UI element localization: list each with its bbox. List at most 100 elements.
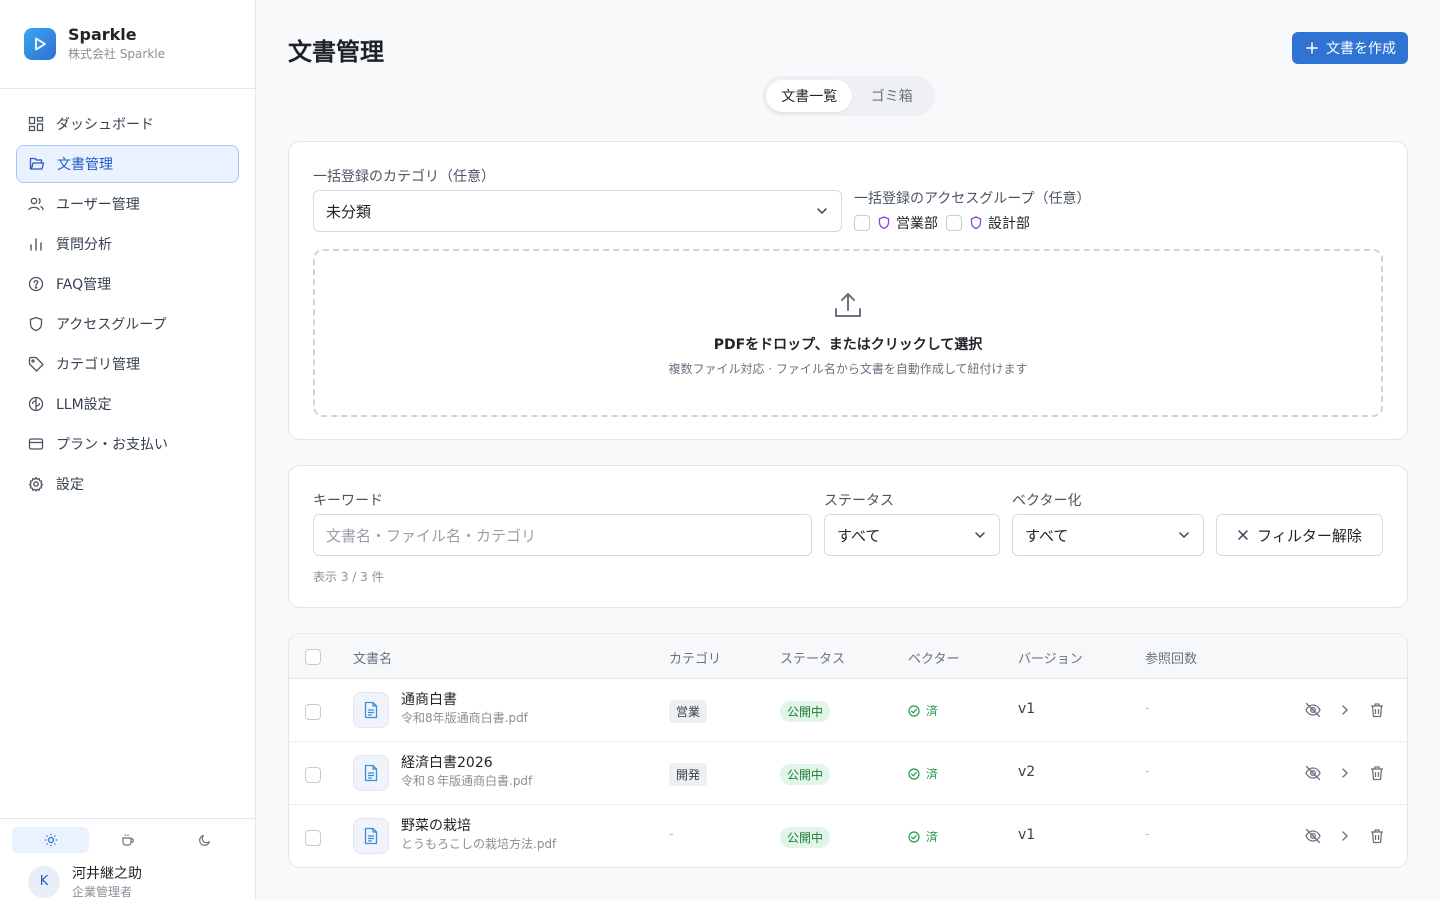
keyword-input[interactable]: 文書名・ファイル名・カテゴリ bbox=[313, 514, 812, 556]
vector-filter-value: すべて bbox=[1025, 526, 1069, 545]
document-file-name: 令和8年版通商白書.pdf bbox=[401, 711, 528, 725]
chevron-right-icon[interactable] bbox=[1336, 764, 1354, 782]
brand[interactable]: Sparkle 株式会社 Sparkle bbox=[0, 0, 255, 89]
theme-switch bbox=[0, 819, 255, 853]
vector-status: 済 bbox=[908, 828, 938, 845]
vector-status-label: 済 bbox=[926, 704, 939, 718]
document-name[interactable]: 通商白書 bbox=[401, 691, 528, 709]
table-row[interactable]: 野菜の栽培 とうもろこしの栽培方法.pdf - 公開中 済 v1 - bbox=[289, 805, 1407, 868]
dropzone-subtitle: 複数ファイル対応 · ファイル名から文書を自動作成して紐付けます bbox=[668, 361, 1028, 376]
vector-filter-label: ベクター化 bbox=[1012, 493, 1082, 509]
status-filter-value: すべて bbox=[837, 526, 881, 545]
sidebar-item-dashboard[interactable]: ダッシュボード bbox=[16, 105, 239, 143]
check-circle-icon bbox=[908, 767, 920, 780]
row-checkbox[interactable] bbox=[305, 767, 321, 783]
sidebar-item-label: ユーザー管理 bbox=[56, 197, 140, 213]
user-role: 企業管理者 bbox=[72, 885, 133, 899]
coffee-icon bbox=[121, 834, 134, 846]
sidebar-item-faq[interactable]: FAQ管理 bbox=[16, 265, 239, 303]
dark-theme-button[interactable] bbox=[166, 827, 243, 853]
table-row[interactable]: 経済白書2026 令和８年版通商白書.pdf 開発 公開中 済 v2 - bbox=[289, 742, 1407, 805]
row-checkbox[interactable] bbox=[305, 830, 321, 846]
document-name[interactable]: 経済白書2026 bbox=[401, 754, 532, 772]
chevron-right-icon[interactable] bbox=[1336, 827, 1354, 845]
clear-filters-label: フィルター解除 bbox=[1257, 526, 1362, 545]
users-icon bbox=[28, 196, 44, 212]
moon-icon bbox=[198, 834, 210, 846]
row-checkbox[interactable] bbox=[305, 704, 321, 720]
status-badge: 公開中 bbox=[780, 764, 831, 785]
check-circle-icon bbox=[908, 830, 920, 843]
documents-table: 文書名 カテゴリ ステータス ベクター バージョン 参照回数 通商白書 令和8年… bbox=[288, 633, 1408, 868]
tab-document-list[interactable]: 文書一覧 bbox=[766, 80, 853, 112]
sidebar-item-access-groups[interactable]: アクセスグループ bbox=[16, 305, 239, 343]
eye-off-icon[interactable] bbox=[1304, 764, 1322, 782]
sidebar-item-analytics[interactable]: 質問分析 bbox=[16, 225, 239, 263]
trash-icon[interactable] bbox=[1368, 764, 1386, 782]
sidebar-item-label: 文書管理 bbox=[57, 157, 113, 173]
eye-off-icon[interactable] bbox=[1304, 701, 1322, 719]
vector-filter-select[interactable]: すべて bbox=[1012, 514, 1204, 556]
avatar: K bbox=[28, 865, 60, 898]
column-name[interactable]: 文書名 bbox=[353, 648, 392, 667]
document-name[interactable]: 野菜の栽培 bbox=[401, 817, 556, 835]
column-vector[interactable]: ベクター bbox=[908, 648, 959, 667]
user-name: 河井継之助 bbox=[72, 866, 142, 882]
document-file-icon bbox=[353, 755, 389, 791]
sidebar-item-billing[interactable]: プラン・お支払い bbox=[16, 425, 239, 463]
page-title: 文書管理 bbox=[288, 38, 384, 66]
pdf-dropzone[interactable]: PDFをドロップ、またはクリックして選択 複数ファイル対応 · ファイル名から文… bbox=[313, 249, 1383, 417]
column-category[interactable]: カテゴリ bbox=[669, 648, 721, 667]
column-status[interactable]: ステータス bbox=[780, 648, 845, 667]
brand-logo bbox=[24, 28, 56, 60]
sidebar-item-users[interactable]: ユーザー管理 bbox=[16, 185, 239, 223]
tab-trash[interactable]: ゴミ箱 bbox=[852, 80, 931, 112]
brand-name: Sparkle bbox=[68, 25, 137, 44]
vector-status-label: 済 bbox=[926, 830, 939, 844]
help-circle-icon bbox=[28, 276, 44, 292]
status-filter-label: ステータス bbox=[824, 493, 894, 509]
filter-card: キーワード 文書名・ファイル名・カテゴリ ステータス すべて ベクター化 すべて… bbox=[288, 465, 1408, 608]
close-icon bbox=[1238, 530, 1248, 540]
bulk-category-select[interactable]: 未分類 bbox=[313, 190, 842, 232]
warm-theme-button[interactable] bbox=[89, 827, 166, 853]
chevron-down-icon bbox=[975, 532, 985, 539]
category-badge: 営業 bbox=[669, 700, 708, 723]
brand-company: 株式会社 Sparkle bbox=[68, 47, 166, 61]
bulk-category-value: 未分類 bbox=[326, 202, 372, 221]
shield-icon bbox=[878, 216, 890, 230]
document-file-name: とうもろこしの栽培方法.pdf bbox=[401, 837, 557, 851]
sidebar-item-categories[interactable]: カテゴリ管理 bbox=[16, 345, 239, 383]
vector-status: 済 bbox=[908, 765, 938, 782]
clear-filters-button[interactable]: フィルター解除 bbox=[1216, 514, 1383, 556]
document-version: v1 bbox=[1018, 701, 1036, 717]
select-all-checkbox[interactable] bbox=[305, 649, 321, 665]
credit-card-icon bbox=[28, 436, 44, 452]
sidebar-item-label: アクセスグループ bbox=[56, 317, 167, 333]
access-group-checkbox-design[interactable] bbox=[946, 215, 962, 231]
user-menu[interactable]: K 河井継之助 企業管理者 bbox=[0, 853, 255, 900]
upload-icon bbox=[835, 292, 861, 317]
column-references[interactable]: 参照回数 bbox=[1145, 648, 1197, 667]
create-document-button[interactable]: 文書を作成 bbox=[1292, 32, 1408, 64]
sidebar-item-settings[interactable]: 設定 bbox=[16, 465, 239, 503]
main-content: 文書管理 文書を作成 文書一覧 ゴミ箱 一括登録のカテゴリ（任意） 未分類 一括… bbox=[256, 0, 1440, 900]
column-version[interactable]: バージョン bbox=[1018, 648, 1083, 667]
access-group-checkbox-sales[interactable] bbox=[854, 215, 870, 231]
sidebar-item-documents[interactable]: 文書管理 bbox=[16, 145, 239, 183]
chevron-right-icon[interactable] bbox=[1336, 701, 1354, 719]
trash-icon[interactable] bbox=[1368, 827, 1386, 845]
sidebar-item-llm-settings[interactable]: LLM設定 bbox=[16, 385, 239, 423]
light-theme-button[interactable] bbox=[12, 827, 89, 853]
category-empty: - bbox=[669, 827, 674, 842]
sidebar-item-label: 質問分析 bbox=[56, 237, 112, 253]
trash-icon[interactable] bbox=[1368, 701, 1386, 719]
table-header: 文書名 カテゴリ ステータス ベクター バージョン 参照回数 bbox=[289, 634, 1407, 679]
reference-count: - bbox=[1145, 701, 1150, 716]
sidebar: Sparkle 株式会社 Sparkle ダッシュボード 文書管理 ユーザー管理 bbox=[0, 0, 256, 900]
table-row[interactable]: 通商白書 令和8年版通商白書.pdf 営業 公開中 済 v1 - bbox=[289, 679, 1407, 742]
eye-off-icon[interactable] bbox=[1304, 827, 1322, 845]
status-filter-select[interactable]: すべて bbox=[824, 514, 1000, 556]
sidebar-item-label: FAQ管理 bbox=[56, 277, 112, 293]
bulk-category-label: 一括登録のカテゴリ（任意） bbox=[313, 169, 495, 185]
